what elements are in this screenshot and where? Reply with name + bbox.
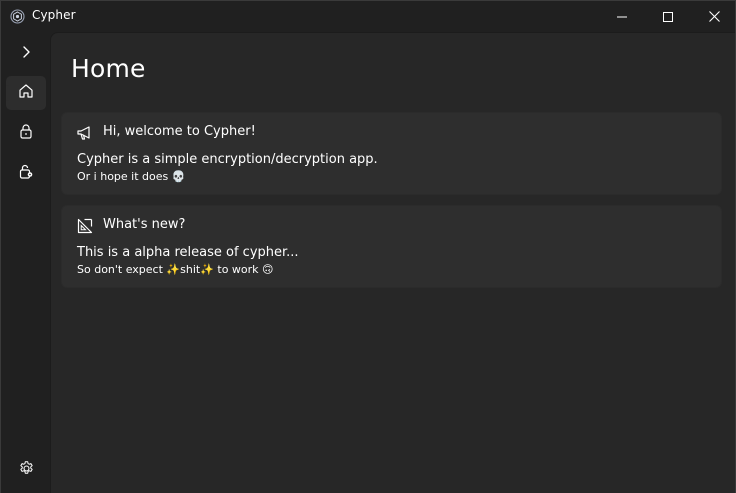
sidebar-item-settings[interactable]	[6, 453, 46, 487]
home-icon	[18, 83, 34, 103]
card-title: What's new?	[103, 217, 186, 232]
maximize-button[interactable]	[645, 1, 691, 32]
chevron-right-icon	[18, 44, 34, 64]
minimize-icon	[617, 12, 627, 22]
card-subtext: So don't expect ✨shit✨ to work 🙃	[77, 263, 274, 276]
card-body: This is a alpha release of cypher...	[77, 245, 299, 260]
lock-icon	[18, 123, 34, 143]
window-title: Cypher	[32, 8, 76, 22]
card-title: Hi, welcome to Cypher!	[103, 124, 256, 139]
title-bar[interactable]: Cypher	[1, 1, 735, 32]
card-body: Cypher is a simple encryption/decryption…	[77, 152, 378, 167]
maximize-icon	[663, 11, 673, 22]
sidebar-item-decrypt[interactable]	[6, 156, 46, 190]
unlock-key-icon	[18, 163, 34, 183]
sidebar-nav	[1, 32, 50, 493]
app-window: Cypher Home Hi, welcome to Cypher! Cyphe…	[0, 0, 736, 493]
welcome-card: Hi, welcome to Cypher! Cypher is a simpl…	[61, 112, 722, 195]
new-icon	[76, 217, 94, 235]
whats-new-card: What's new? This is a alpha release of c…	[61, 205, 722, 288]
minimize-button[interactable]	[599, 1, 645, 32]
card-subtext: Or i hope it does 💀	[77, 170, 186, 183]
app-logo-icon	[10, 9, 25, 24]
sidebar-item-home[interactable]	[6, 76, 46, 110]
main-content: Home Hi, welcome to Cypher! Cypher is a …	[50, 32, 735, 493]
sidebar-item-encrypt[interactable]	[6, 116, 46, 150]
close-button[interactable]	[691, 1, 736, 32]
page-title: Home	[71, 54, 146, 83]
gear-icon	[18, 460, 35, 481]
close-icon	[708, 11, 720, 22]
megaphone-icon	[76, 124, 94, 142]
sidebar-expand-button[interactable]	[6, 37, 46, 71]
